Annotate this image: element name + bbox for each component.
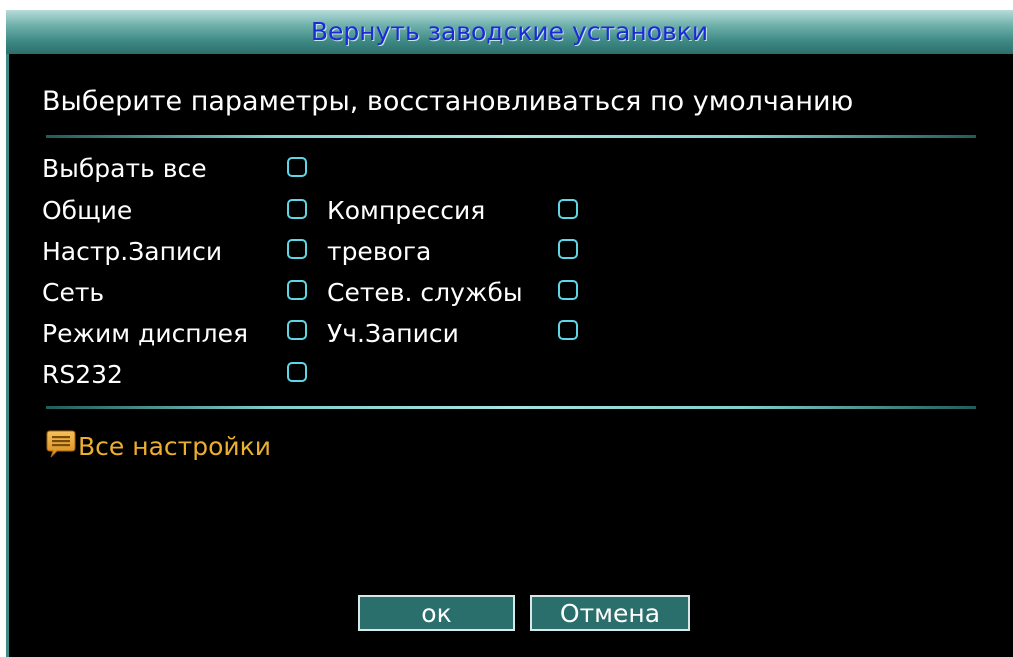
rs232-checkbox[interactable] <box>287 362 307 382</box>
net-services-label: Сетев. службы <box>327 278 523 307</box>
rs232-label: RS232 <box>42 360 123 389</box>
ok-button[interactable]: ок <box>358 595 515 631</box>
display-mode-label: Режим дисплея <box>42 319 249 348</box>
restore-defaults-dialog: Вернуть заводские установки Выберите пар… <box>6 10 1013 657</box>
dialog-titlebar[interactable]: Вернуть заводские установки <box>6 10 1013 54</box>
compression-label: Компрессия <box>327 196 486 225</box>
user-accounts-checkbox[interactable] <box>558 320 578 340</box>
record-config-checkbox[interactable] <box>287 239 307 259</box>
info-line: Все настройки <box>46 428 271 464</box>
general-label: Общие <box>42 196 133 225</box>
user-accounts-label: Уч.Записи <box>327 319 459 348</box>
network-label: Сеть <box>42 278 105 307</box>
cancel-button[interactable]: Отмена <box>530 595 690 631</box>
select-all-checkbox[interactable] <box>287 157 307 177</box>
select-all-label: Выбрать все <box>42 154 207 183</box>
message-icon <box>46 428 76 464</box>
info-text: Все настройки <box>78 431 271 461</box>
alarm-label: тревога <box>327 237 432 266</box>
alarm-checkbox[interactable] <box>558 239 578 259</box>
dialog-title: Вернуть заводские установки <box>310 17 709 46</box>
net-services-checkbox[interactable] <box>558 280 578 300</box>
dialog-subtitle: Выберите параметры, восстановливаться по… <box>42 86 854 117</box>
compression-checkbox[interactable] <box>558 199 578 219</box>
top-divider <box>46 135 976 138</box>
bottom-divider <box>46 406 976 409</box>
display-mode-checkbox[interactable] <box>287 320 307 340</box>
dialog-left-border <box>6 54 9 657</box>
general-checkbox[interactable] <box>287 199 307 219</box>
record-config-label: Настр.Записи <box>42 237 223 266</box>
network-checkbox[interactable] <box>287 280 307 300</box>
